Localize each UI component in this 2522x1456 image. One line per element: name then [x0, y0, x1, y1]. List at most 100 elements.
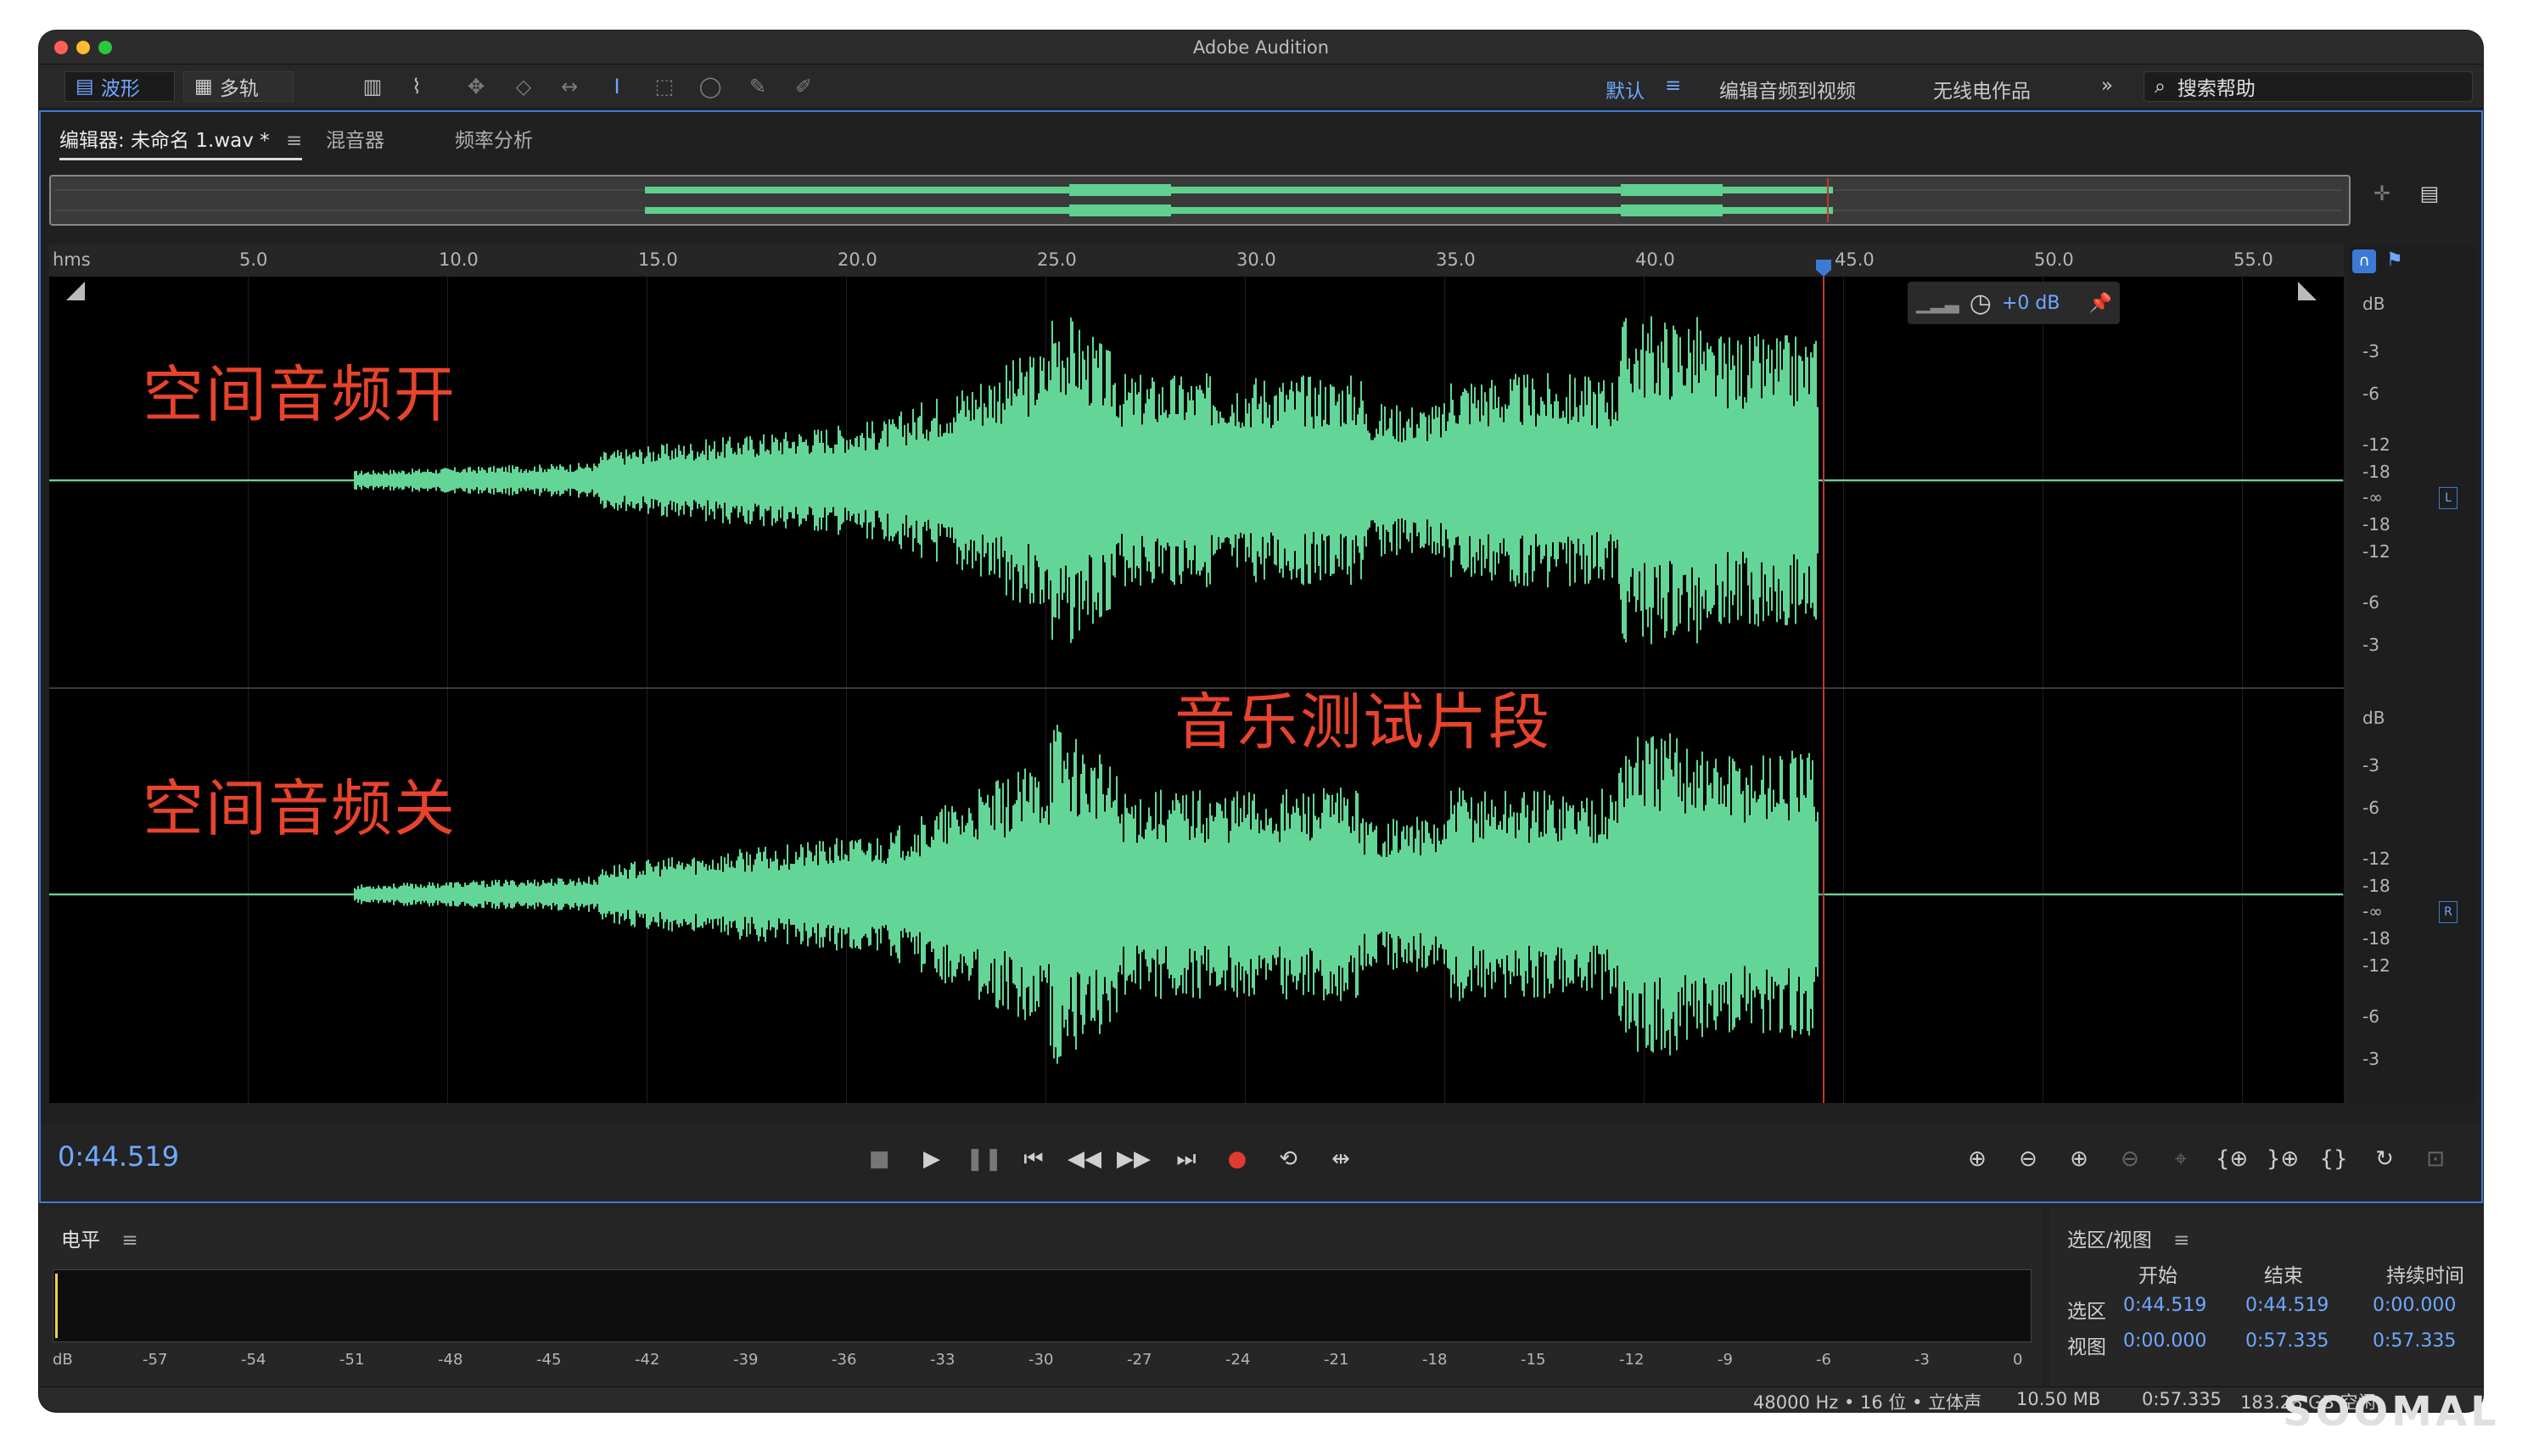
lasso-tool-icon[interactable]: ◯: [698, 75, 723, 98]
level-scale-label: -45: [536, 1351, 562, 1369]
zoom-reset-icon[interactable]: ↻: [2368, 1142, 2402, 1176]
view-end-value[interactable]: 0:57.335: [2245, 1330, 2329, 1352]
zoom-to-selection-icon[interactable]: {}: [2317, 1142, 2351, 1176]
tab-editor[interactable]: 编辑器: 未命名 1.wav * ≡: [59, 124, 303, 160]
db-label: -18: [2362, 928, 2390, 949]
editor-panel: 编辑器: 未命名 1.wav * ≡ 混音器 频率分析 ✛ ▤ hms 5.0 …: [39, 110, 2483, 1203]
go-to-end-button[interactable]: ⏭: [1169, 1142, 1203, 1176]
level-meter-scale: dB -57 -54 -51 -48 -45 -42 -39 -36 -33 -30 -27 -24 -2…: [39, 1347, 2042, 1373]
panel-menu-icon[interactable]: ▤: [2417, 182, 2442, 205]
level-scale-label: -57: [143, 1351, 168, 1369]
playhead-line[interactable]: [1823, 277, 1824, 1103]
status-file-size: 10.50 MB: [2016, 1389, 2101, 1409]
workspace-radio-production[interactable]: 无线电作品: [1933, 75, 2031, 104]
playhead-handle[interactable]: [1816, 260, 1831, 277]
overview-scrollbar[interactable]: [49, 175, 2351, 226]
rewind-button[interactable]: ◀◀: [1068, 1142, 1101, 1176]
selection-start-value[interactable]: 0:44.519: [2123, 1295, 2206, 1316]
move-tool-icon[interactable]: ✥: [463, 75, 489, 98]
db-label: -18: [2362, 462, 2390, 482]
razor-tool-icon[interactable]: ◇: [511, 75, 536, 98]
marker-icon[interactable]: ⚑: [2386, 249, 2403, 271]
db-label: -6: [2362, 1006, 2379, 1027]
slip-tool-icon[interactable]: ↔: [557, 75, 582, 98]
tab-editor-menu-icon[interactable]: ≡: [286, 130, 302, 152]
title-bar: Adobe Audition: [39, 31, 2483, 64]
loop-playback-button[interactable]: ⟲: [1271, 1142, 1305, 1176]
ruler-tick: 55.0: [2233, 249, 2273, 270]
zoom-out-point-icon[interactable]: }⊕: [2266, 1142, 2300, 1176]
left-channel-toggle[interactable]: L: [2439, 487, 2458, 509]
level-panel-menu-icon[interactable]: ≡: [121, 1229, 137, 1252]
ruler-tick: 40.0: [1635, 249, 1675, 270]
spot-healing-tool-icon[interactable]: ✐: [791, 75, 816, 98]
tab-editor-label: 编辑器: 未命名 1.wav *: [59, 130, 270, 152]
tab-frequency-analysis[interactable]: 频率分析: [455, 124, 533, 153]
pitch-display-icon[interactable]: ⌇: [404, 75, 429, 98]
zoom-out-full-icon[interactable]: ⊖: [2113, 1142, 2147, 1176]
row-view-label: 视图: [2067, 1336, 2106, 1358]
workspace-overflow-button[interactable]: »: [2101, 75, 2113, 97]
multitrack-mode-button[interactable]: ▦ 多轨: [183, 71, 294, 102]
spectral-display-icon[interactable]: ▥: [360, 75, 385, 98]
ruler-tick: 30.0: [1236, 249, 1276, 270]
marquee-tool-icon[interactable]: ⬚: [652, 75, 677, 98]
headphones-icon[interactable]: ∩: [2352, 249, 2376, 273]
time-ruler[interactable]: hms 5.0 10.0 15.0 20.0 25.0 30.0 35.0 40…: [49, 244, 2344, 277]
level-scale-label: -24: [1225, 1351, 1251, 1369]
editor-tabs: 编辑器: 未命名 1.wav * ≡ 混音器 频率分析: [41, 112, 2481, 163]
db-unit-label: dB: [2362, 708, 2385, 728]
selection-duration-value[interactable]: 0:00.000: [2373, 1295, 2456, 1316]
search-help-input[interactable]: ⌕ 搜索帮助: [2144, 71, 2473, 102]
zoom-in-point-icon[interactable]: {⊕: [2215, 1142, 2249, 1176]
level-scale-label: -27: [1127, 1351, 1152, 1369]
column-start-header: 开始: [2138, 1265, 2177, 1287]
zoom-out-amplitude-icon[interactable]: ⊖: [2011, 1142, 2045, 1176]
level-scale-label: -39: [733, 1351, 759, 1369]
zoom-tracks-icon[interactable]: ⊡: [2418, 1142, 2452, 1176]
right-channel-toggle[interactable]: R: [2439, 901, 2458, 923]
row-selection-label: 选区: [2067, 1301, 2106, 1323]
level-scale-label: -21: [1324, 1351, 1349, 1369]
workspace-default[interactable]: 默认: [1606, 75, 1645, 104]
pause-button[interactable]: ❚❚: [966, 1142, 1003, 1176]
go-to-start-button[interactable]: ⏮: [1017, 1142, 1051, 1176]
selection-panel-menu-icon[interactable]: ≡: [2173, 1229, 2189, 1252]
view-duration-value[interactable]: 0:57.335: [2373, 1330, 2456, 1352]
workspace-edit-audio-to-video[interactable]: 编辑音频到视频: [1719, 75, 1856, 104]
db-unit-label: dB: [2362, 294, 2385, 314]
app-title: Adobe Audition: [1192, 37, 1330, 58]
selection-end-value[interactable]: 0:44.519: [2245, 1295, 2329, 1316]
level-meter-bar: [53, 1269, 2032, 1342]
tab-mixer[interactable]: 混音器: [326, 124, 384, 153]
current-time-display[interactable]: 0:44.519: [58, 1140, 179, 1173]
zoom-selection-icon[interactable]: ⌖: [2164, 1142, 2198, 1176]
waveform-mode-button[interactable]: ▤ 波形: [64, 71, 175, 102]
zoom-navigator-icon[interactable]: ✛: [2369, 182, 2395, 205]
workspace-menu-icon[interactable]: ≡: [1665, 75, 1681, 97]
record-button[interactable]: ●: [1220, 1142, 1254, 1176]
hud-volume-control[interactable]: ▁▂▃ ◷ +0 dB 📌: [1908, 282, 2120, 324]
play-button[interactable]: ▶: [915, 1142, 949, 1176]
stop-button[interactable]: ■: [862, 1142, 896, 1176]
waveform-display[interactable]: 空间音频开 音乐测试片段 空间音频关 ▁▂▃ ◷ +0 dB 📌: [49, 277, 2344, 1103]
view-start-value[interactable]: 0:00.000: [2123, 1330, 2206, 1352]
level-scale-label: -18: [1422, 1351, 1448, 1369]
column-end-header: 结束: [2264, 1265, 2303, 1287]
selection-panel-title: 选区/视图: [2067, 1229, 2152, 1252]
zoom-in-time-icon[interactable]: ⊕: [2062, 1142, 2096, 1176]
multitrack-mode-icon: ▦: [194, 76, 213, 98]
ruler-tick: 45.0: [1835, 249, 1875, 270]
pin-hud-icon[interactable]: 📌: [2088, 293, 2111, 314]
ruler-tick: 10.0: [439, 249, 479, 270]
db-label: -12: [2362, 848, 2390, 869]
main-toolbar: ▤ 波形 ▦ 多轨 ▥ ⌇ ✥ ◇ ↔ I ⬚ ◯ ✎ ✐ 默认 ≡ 编辑音频到…: [39, 64, 2483, 109]
level-panel-title: 电平: [61, 1229, 100, 1252]
time-selection-tool-icon[interactable]: I: [604, 75, 630, 98]
fast-forward-button[interactable]: ▶▶: [1117, 1142, 1151, 1176]
volume-knob-icon[interactable]: ◷: [1970, 288, 1992, 318]
zoom-in-amplitude-icon[interactable]: ⊕: [1960, 1142, 1994, 1176]
skip-selection-button[interactable]: ⇹: [1324, 1142, 1358, 1176]
brush-tool-icon[interactable]: ✎: [745, 75, 771, 98]
db-label: -3: [2362, 1049, 2379, 1069]
